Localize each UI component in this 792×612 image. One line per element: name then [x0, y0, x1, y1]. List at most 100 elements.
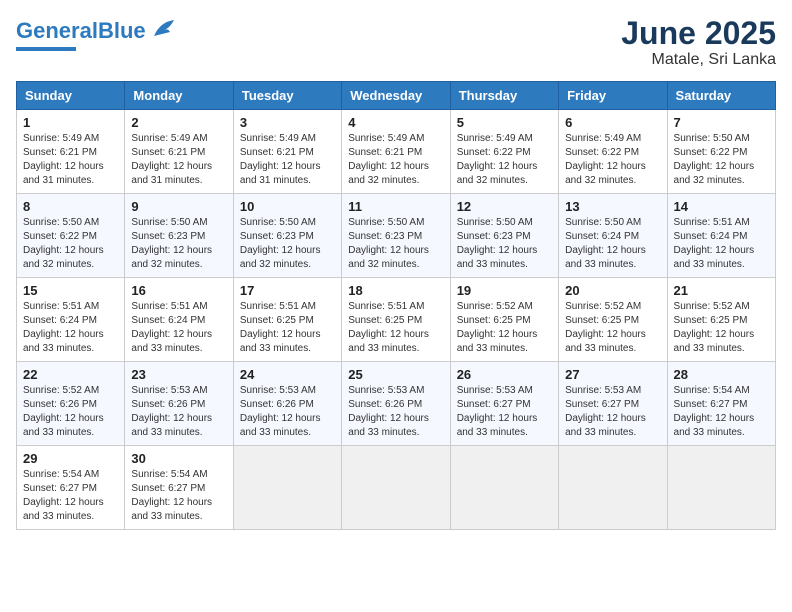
col-thursday: Thursday [450, 82, 558, 110]
day-info: Sunrise: 5:49 AMSunset: 6:22 PMDaylight:… [457, 133, 538, 186]
month-title: June 2025 [621, 16, 776, 51]
day-number: 21 [674, 283, 769, 298]
day-info: Sunrise: 5:53 AMSunset: 6:27 PMDaylight:… [565, 385, 646, 438]
day-number: 22 [23, 367, 118, 382]
day-number: 7 [674, 115, 769, 130]
empty-cell [233, 446, 341, 530]
logo: GeneralBlue [16, 16, 178, 51]
day-number: 16 [131, 283, 226, 298]
day-cell: 15 Sunrise: 5:51 AMSunset: 6:24 PMDaylig… [17, 278, 125, 362]
day-cell: 14 Sunrise: 5:51 AMSunset: 6:24 PMDaylig… [667, 194, 775, 278]
day-cell: 25 Sunrise: 5:53 AMSunset: 6:26 PMDaylig… [342, 362, 450, 446]
day-number: 25 [348, 367, 443, 382]
day-number: 6 [565, 115, 660, 130]
logo-blue: Blue [98, 18, 146, 43]
day-number: 13 [565, 199, 660, 214]
day-number: 17 [240, 283, 335, 298]
day-info: Sunrise: 5:49 AMSunset: 6:21 PMDaylight:… [240, 133, 321, 186]
day-number: 12 [457, 199, 552, 214]
day-number: 20 [565, 283, 660, 298]
day-info: Sunrise: 5:50 AMSunset: 6:24 PMDaylight:… [565, 217, 646, 270]
day-cell: 30 Sunrise: 5:54 AMSunset: 6:27 PMDaylig… [125, 446, 233, 530]
day-cell: 7 Sunrise: 5:50 AMSunset: 6:22 PMDayligh… [667, 110, 775, 194]
col-friday: Friday [559, 82, 667, 110]
col-monday: Monday [125, 82, 233, 110]
day-cell: 19 Sunrise: 5:52 AMSunset: 6:25 PMDaylig… [450, 278, 558, 362]
day-info: Sunrise: 5:50 AMSunset: 6:23 PMDaylight:… [240, 217, 321, 270]
day-cell: 5 Sunrise: 5:49 AMSunset: 6:22 PMDayligh… [450, 110, 558, 194]
day-number: 23 [131, 367, 226, 382]
day-info: Sunrise: 5:50 AMSunset: 6:23 PMDaylight:… [348, 217, 429, 270]
day-info: Sunrise: 5:50 AMSunset: 6:23 PMDaylight:… [131, 217, 212, 270]
day-cell: 3 Sunrise: 5:49 AMSunset: 6:21 PMDayligh… [233, 110, 341, 194]
day-number: 3 [240, 115, 335, 130]
day-cell: 13 Sunrise: 5:50 AMSunset: 6:24 PMDaylig… [559, 194, 667, 278]
day-info: Sunrise: 5:52 AMSunset: 6:26 PMDaylight:… [23, 385, 104, 438]
day-cell: 26 Sunrise: 5:53 AMSunset: 6:27 PMDaylig… [450, 362, 558, 446]
day-number: 15 [23, 283, 118, 298]
col-sunday: Sunday [17, 82, 125, 110]
empty-cell [559, 446, 667, 530]
day-number: 1 [23, 115, 118, 130]
day-cell: 2 Sunrise: 5:49 AMSunset: 6:21 PMDayligh… [125, 110, 233, 194]
day-cell: 8 Sunrise: 5:50 AMSunset: 6:22 PMDayligh… [17, 194, 125, 278]
day-info: Sunrise: 5:51 AMSunset: 6:24 PMDaylight:… [131, 301, 212, 354]
empty-cell [450, 446, 558, 530]
day-info: Sunrise: 5:51 AMSunset: 6:25 PMDaylight:… [240, 301, 321, 354]
logo-icon [150, 18, 178, 40]
empty-cell [667, 446, 775, 530]
day-cell: 24 Sunrise: 5:53 AMSunset: 6:26 PMDaylig… [233, 362, 341, 446]
day-cell: 4 Sunrise: 5:49 AMSunset: 6:21 PMDayligh… [342, 110, 450, 194]
day-cell: 18 Sunrise: 5:51 AMSunset: 6:25 PMDaylig… [342, 278, 450, 362]
calendar-week-row: 22 Sunrise: 5:52 AMSunset: 6:26 PMDaylig… [17, 362, 776, 446]
day-info: Sunrise: 5:52 AMSunset: 6:25 PMDaylight:… [565, 301, 646, 354]
calendar-week-row: 15 Sunrise: 5:51 AMSunset: 6:24 PMDaylig… [17, 278, 776, 362]
day-number: 19 [457, 283, 552, 298]
day-number: 10 [240, 199, 335, 214]
col-tuesday: Tuesday [233, 82, 341, 110]
day-info: Sunrise: 5:49 AMSunset: 6:22 PMDaylight:… [565, 133, 646, 186]
day-cell: 28 Sunrise: 5:54 AMSunset: 6:27 PMDaylig… [667, 362, 775, 446]
day-number: 30 [131, 451, 226, 466]
day-info: Sunrise: 5:49 AMSunset: 6:21 PMDaylight:… [23, 133, 104, 186]
day-cell: 10 Sunrise: 5:50 AMSunset: 6:23 PMDaylig… [233, 194, 341, 278]
day-cell: 21 Sunrise: 5:52 AMSunset: 6:25 PMDaylig… [667, 278, 775, 362]
day-cell: 9 Sunrise: 5:50 AMSunset: 6:23 PMDayligh… [125, 194, 233, 278]
day-number: 11 [348, 199, 443, 214]
day-number: 4 [348, 115, 443, 130]
day-cell: 27 Sunrise: 5:53 AMSunset: 6:27 PMDaylig… [559, 362, 667, 446]
day-info: Sunrise: 5:54 AMSunset: 6:27 PMDaylight:… [23, 469, 104, 522]
logo-text: GeneralBlue [16, 20, 146, 42]
day-cell: 12 Sunrise: 5:50 AMSunset: 6:23 PMDaylig… [450, 194, 558, 278]
day-cell: 17 Sunrise: 5:51 AMSunset: 6:25 PMDaylig… [233, 278, 341, 362]
day-info: Sunrise: 5:49 AMSunset: 6:21 PMDaylight:… [348, 133, 429, 186]
day-number: 18 [348, 283, 443, 298]
day-info: Sunrise: 5:51 AMSunset: 6:24 PMDaylight:… [674, 217, 755, 270]
day-cell: 6 Sunrise: 5:49 AMSunset: 6:22 PMDayligh… [559, 110, 667, 194]
day-number: 2 [131, 115, 226, 130]
calendar-table: Sunday Monday Tuesday Wednesday Thursday… [16, 81, 776, 530]
day-number: 8 [23, 199, 118, 214]
day-cell: 1 Sunrise: 5:49 AMSunset: 6:21 PMDayligh… [17, 110, 125, 194]
col-saturday: Saturday [667, 82, 775, 110]
day-info: Sunrise: 5:53 AMSunset: 6:26 PMDaylight:… [131, 385, 212, 438]
calendar-header-row: Sunday Monday Tuesday Wednesday Thursday… [17, 82, 776, 110]
day-number: 27 [565, 367, 660, 382]
day-cell: 29 Sunrise: 5:54 AMSunset: 6:27 PMDaylig… [17, 446, 125, 530]
day-info: Sunrise: 5:52 AMSunset: 6:25 PMDaylight:… [674, 301, 755, 354]
day-info: Sunrise: 5:54 AMSunset: 6:27 PMDaylight:… [674, 385, 755, 438]
calendar-week-row: 1 Sunrise: 5:49 AMSunset: 6:21 PMDayligh… [17, 110, 776, 194]
day-info: Sunrise: 5:53 AMSunset: 6:27 PMDaylight:… [457, 385, 538, 438]
day-info: Sunrise: 5:53 AMSunset: 6:26 PMDaylight:… [240, 385, 321, 438]
day-number: 5 [457, 115, 552, 130]
day-cell: 16 Sunrise: 5:51 AMSunset: 6:24 PMDaylig… [125, 278, 233, 362]
day-info: Sunrise: 5:52 AMSunset: 6:25 PMDaylight:… [457, 301, 538, 354]
calendar-week-row: 8 Sunrise: 5:50 AMSunset: 6:22 PMDayligh… [17, 194, 776, 278]
day-info: Sunrise: 5:53 AMSunset: 6:26 PMDaylight:… [348, 385, 429, 438]
day-cell: 23 Sunrise: 5:53 AMSunset: 6:26 PMDaylig… [125, 362, 233, 446]
day-number: 9 [131, 199, 226, 214]
location: Matale, Sri Lanka [621, 51, 776, 69]
day-number: 26 [457, 367, 552, 382]
day-number: 14 [674, 199, 769, 214]
col-wednesday: Wednesday [342, 82, 450, 110]
